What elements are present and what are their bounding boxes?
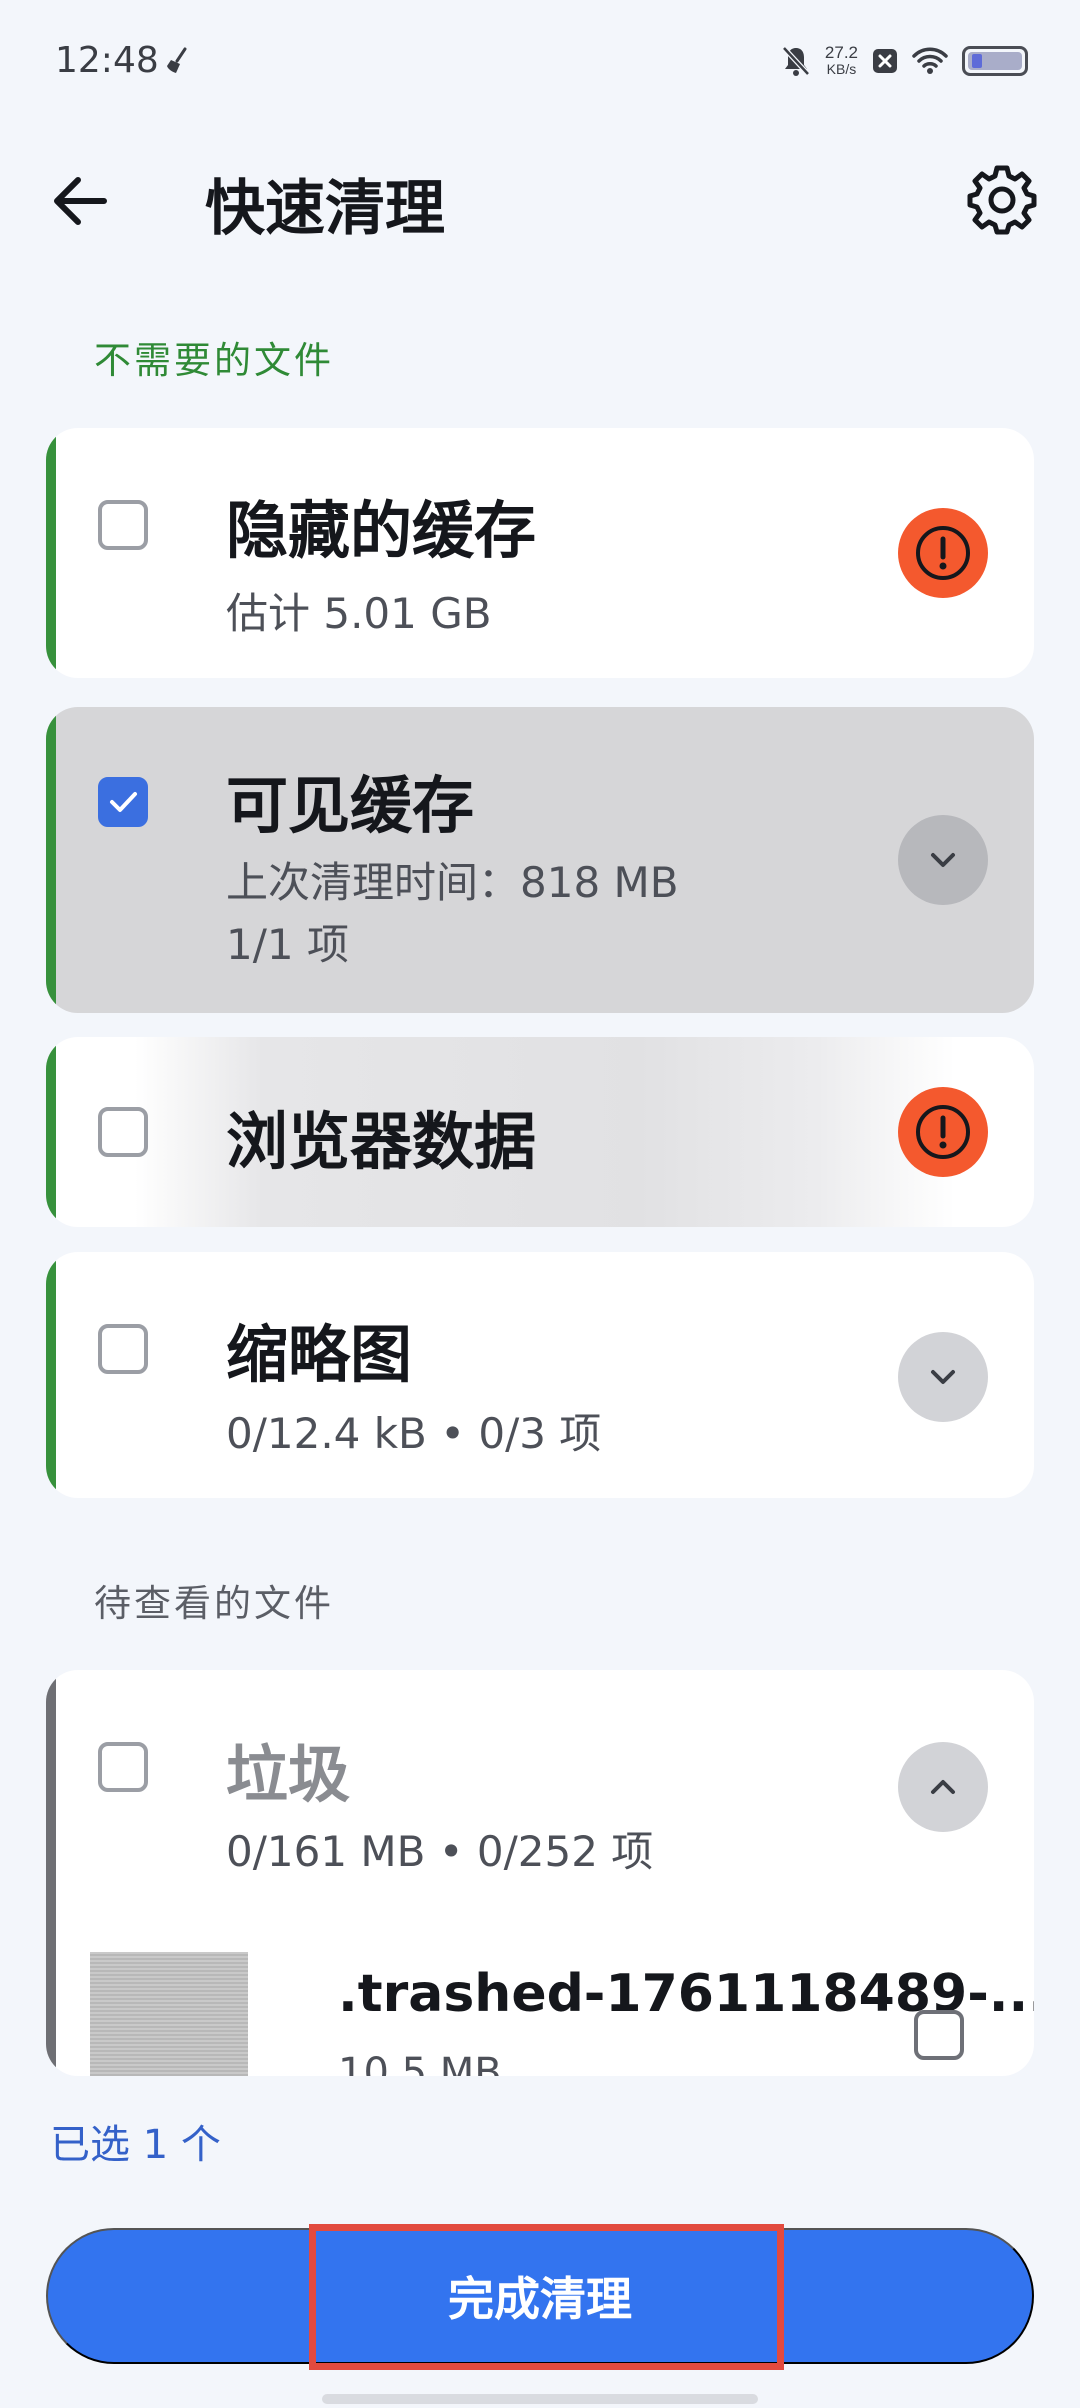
card-browser-data[interactable]: 浏览器数据 bbox=[46, 1037, 1034, 1227]
expand-button[interactable] bbox=[898, 815, 988, 905]
collapse-button[interactable] bbox=[898, 1742, 988, 1832]
hidden-cache-checkbox[interactable] bbox=[98, 500, 148, 550]
browser-data-checkbox[interactable] bbox=[98, 1107, 148, 1157]
warning-button[interactable] bbox=[898, 1087, 988, 1177]
card-thumbnails[interactable]: 缩略图 0/12.4 kB • 0/3 项 bbox=[46, 1252, 1034, 1498]
card-item-count: 1/1 项 bbox=[226, 920, 349, 969]
status-time: 12:48 bbox=[55, 40, 159, 81]
trash-item[interactable]: .trashed-1761118489-... 10.5 MB bbox=[90, 1952, 1034, 2076]
card-title: 浏览器数据 bbox=[226, 1105, 537, 1178]
warning-icon bbox=[916, 526, 970, 580]
broom-icon bbox=[167, 47, 187, 73]
card-accent bbox=[46, 1670, 56, 2076]
status-bar: 12:48 27.2 KB/s bbox=[0, 0, 1080, 120]
trash-item-size: 10.5 MB bbox=[338, 2050, 502, 2076]
card-subtitle: 0/12.4 kB • 0/3 项 bbox=[226, 1409, 602, 1458]
x-box-icon bbox=[873, 49, 897, 73]
card-title: 隐藏的缓存 bbox=[226, 494, 537, 567]
card-accent bbox=[46, 428, 56, 678]
quick-clean-screen: 12:48 27.2 KB/s 快速清理 不需要的文件 隐藏的缓存 估计 5.0… bbox=[0, 0, 1080, 2408]
card-subtitle: 0/161 MB • 0/252 项 bbox=[226, 1827, 654, 1876]
mute-bell-icon bbox=[782, 46, 810, 76]
card-title: 可见缓存 bbox=[226, 769, 475, 842]
trash-item-checkbox[interactable] bbox=[914, 2010, 964, 2060]
wifi-icon bbox=[912, 47, 948, 74]
card-hidden-cache[interactable]: 隐藏的缓存 估计 5.01 GB bbox=[46, 428, 1034, 678]
card-visible-cache[interactable]: 可见缓存 上次清理时间：818 MB 1/1 项 bbox=[46, 707, 1034, 1013]
selected-count: 已选 1 个 bbox=[50, 2122, 221, 2168]
app-header: 快速清理 bbox=[0, 150, 1080, 260]
section-unneeded-files: 不需要的文件 bbox=[94, 339, 334, 382]
card-subtitle: 上次清理时间：818 MB bbox=[226, 858, 679, 907]
network-speed: 27.2 KB/s bbox=[825, 44, 858, 78]
card-title: 缩略图 bbox=[226, 1318, 413, 1391]
card-accent bbox=[46, 1037, 56, 1227]
file-thumbnail bbox=[90, 1952, 248, 2076]
network-speed-value: 27.2 bbox=[824, 43, 858, 62]
trash-checkbox[interactable] bbox=[98, 1742, 148, 1792]
card-accent bbox=[46, 1252, 56, 1498]
warning-icon bbox=[916, 1105, 970, 1159]
finish-clean-button[interactable]: 完成清理 bbox=[46, 2228, 1034, 2364]
page-title: 快速清理 bbox=[205, 174, 445, 244]
card-accent bbox=[46, 707, 56, 1013]
expand-button[interactable] bbox=[898, 1332, 988, 1422]
chevron-down-icon bbox=[931, 853, 955, 867]
card-title: 垃圾 bbox=[226, 1738, 351, 1811]
gear-icon[interactable] bbox=[962, 160, 1042, 240]
card-subtitle: 估计 5.01 GB bbox=[226, 589, 492, 638]
bottom-bar: 已选 1 个 完成清理 bbox=[0, 2076, 1080, 2408]
visible-cache-checkbox[interactable] bbox=[98, 777, 148, 827]
arrow-left-icon[interactable] bbox=[48, 168, 114, 234]
network-speed-unit: KB/s bbox=[826, 61, 857, 77]
thumbnails-checkbox[interactable] bbox=[98, 1324, 148, 1374]
section-review-files: 待查看的文件 bbox=[94, 1582, 334, 1625]
check-icon bbox=[110, 792, 137, 812]
chevron-up-icon bbox=[931, 1780, 955, 1794]
battery-icon bbox=[962, 46, 1028, 76]
chevron-down-icon bbox=[931, 1370, 955, 1384]
status-icons: 27.2 KB/s bbox=[781, 38, 1028, 84]
warning-button[interactable] bbox=[898, 508, 988, 598]
home-indicator[interactable] bbox=[322, 2394, 758, 2404]
card-trash[interactable]: 垃圾 0/161 MB • 0/252 项 .trashed-176111848… bbox=[46, 1670, 1034, 2076]
